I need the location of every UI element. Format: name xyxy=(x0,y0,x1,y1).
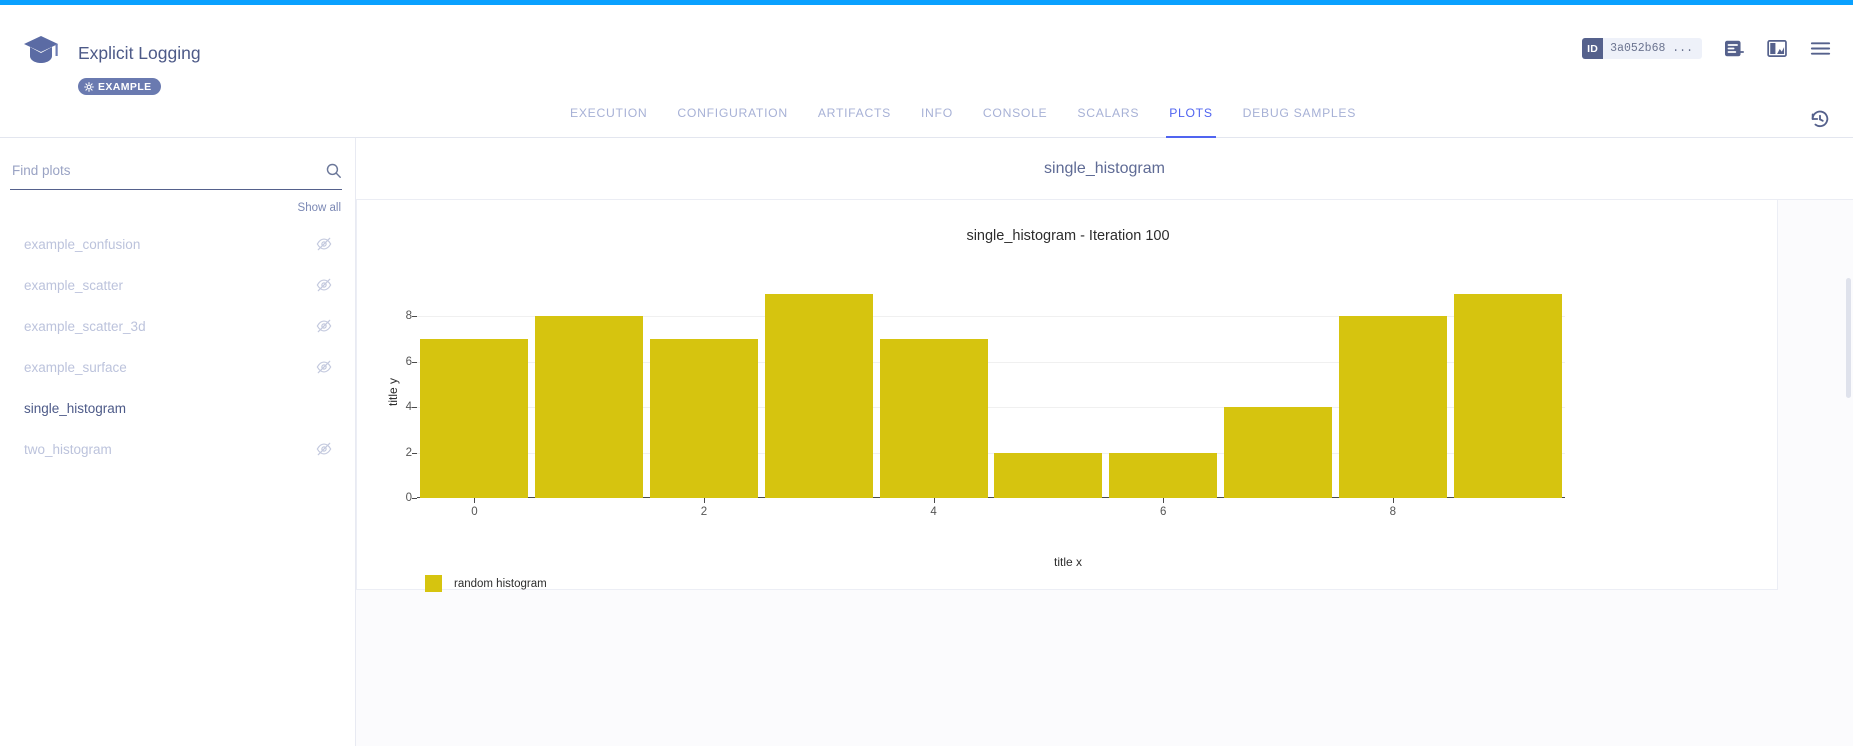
tab-console[interactable]: CONSOLE xyxy=(968,100,1063,138)
tab-info[interactable]: INFO xyxy=(906,100,968,138)
tab-plots[interactable]: PLOTS xyxy=(1154,100,1227,138)
search-row xyxy=(10,158,342,190)
chart-x-tick-mark xyxy=(1393,498,1394,503)
page-header: Explicit Logging EXAMPLE ID 3a052b68 ... xyxy=(0,5,1853,100)
graduation-cap-icon xyxy=(22,33,60,67)
chart-bar[interactable] xyxy=(1339,316,1447,498)
chart-y-tick-label: 0 xyxy=(372,492,412,504)
search-icon[interactable] xyxy=(325,162,342,179)
experiment-id-chip[interactable]: ID 3a052b68 ... xyxy=(1582,38,1702,59)
plots-sidebar: Show all example_confusion example_scatt… xyxy=(0,138,356,746)
id-tag-label: ID xyxy=(1582,38,1603,59)
tab-debug-samples[interactable]: DEBUG SAMPLES xyxy=(1228,100,1371,138)
plot-list: example_confusion example_scatter exampl… xyxy=(0,224,356,470)
plot-list-item-example-surface[interactable]: example_surface xyxy=(0,347,356,388)
chart-x-tick-label: 4 xyxy=(930,506,936,518)
chart-grid: 0246802468 xyxy=(417,280,1565,498)
legend-color-swatch xyxy=(425,575,442,592)
chart-x-tick-mark xyxy=(474,498,475,503)
scrollbar-thumb[interactable] xyxy=(1846,278,1851,398)
chart-bar[interactable] xyxy=(1109,453,1217,498)
tab-bar: EXECUTION CONFIGURATION ARTIFACTS INFO C… xyxy=(0,100,1853,138)
chart-legend[interactable]: random histogram xyxy=(425,575,547,592)
plot-header-title: single_histogram xyxy=(1044,160,1165,178)
chart-bar[interactable] xyxy=(420,339,528,498)
chart-bar[interactable] xyxy=(880,339,988,498)
chart-y-tick-mark xyxy=(412,316,417,317)
chart-x-tick-mark xyxy=(704,498,705,503)
hamburger-menu-icon[interactable] xyxy=(1810,39,1831,58)
chart-bar[interactable] xyxy=(650,339,758,498)
chart-bar[interactable] xyxy=(765,294,873,498)
plot-list-item-single-histogram[interactable]: single_histogram xyxy=(0,388,356,429)
chart-bar[interactable] xyxy=(994,453,1102,498)
log-view-icon[interactable] xyxy=(1724,39,1745,58)
chart-y-tick-mark xyxy=(412,407,417,408)
plot-card: single_histogram - Iteration 100 title y… xyxy=(356,200,1778,590)
chart-y-tick-label: 6 xyxy=(372,356,412,368)
plot-list-item-two-histogram[interactable]: two_histogram xyxy=(0,429,356,470)
plot-list-item-example-confusion[interactable]: example_confusion xyxy=(0,224,356,265)
chart-x-tick-label: 0 xyxy=(471,506,477,518)
chart-y-tick-mark xyxy=(412,362,417,363)
tab-artifacts[interactable]: ARTIFACTS xyxy=(803,100,906,138)
plot-list-item-example-scatter[interactable]: example_scatter xyxy=(0,265,356,306)
chart-bar[interactable] xyxy=(535,316,643,498)
chart-y-tick-label: 4 xyxy=(372,401,412,413)
chart-y-tick-mark xyxy=(412,498,417,499)
eye-off-icon[interactable] xyxy=(316,236,332,252)
eye-off-icon[interactable] xyxy=(316,277,332,293)
tab-list: EXECUTION CONFIGURATION ARTIFACTS INFO C… xyxy=(555,100,1371,138)
chart-x-tick-mark xyxy=(1163,498,1164,503)
page-title: Explicit Logging xyxy=(78,43,201,64)
plot-item-label: example_surface xyxy=(24,360,127,375)
plot-item-label: example_confusion xyxy=(24,237,140,252)
plot-item-label: example_scatter_3d xyxy=(24,319,146,334)
show-all-link[interactable]: Show all xyxy=(298,202,341,214)
id-value: 3a052b68 ... xyxy=(1603,42,1702,55)
search-input[interactable] xyxy=(10,163,325,184)
chart-y-tick-label: 8 xyxy=(372,310,412,322)
compare-view-icon[interactable] xyxy=(1767,39,1788,58)
legend-label: random histogram xyxy=(454,578,547,590)
plot-item-label: two_histogram xyxy=(24,442,112,457)
plot-header: single_histogram xyxy=(356,138,1853,200)
clearml-experiment-plots-page: COMPLETED Explicit Logging EXAMPLE xyxy=(0,0,1853,746)
tab-execution[interactable]: EXECUTION xyxy=(555,100,662,138)
chart-x-tick-label: 6 xyxy=(1160,506,1166,518)
history-clock-icon[interactable] xyxy=(1809,108,1831,130)
gear-icon xyxy=(84,82,94,92)
example-badge-label: EXAMPLE xyxy=(98,81,152,93)
chart-y-tick-label: 2 xyxy=(372,447,412,459)
tab-scalars[interactable]: SCALARS xyxy=(1062,100,1154,138)
plot-list-item-example-scatter-3d[interactable]: example_scatter_3d xyxy=(0,306,356,347)
example-badge: EXAMPLE xyxy=(78,78,161,95)
chart-x-tick-mark xyxy=(934,498,935,503)
eye-off-icon[interactable] xyxy=(316,359,332,375)
chart-y-tick-mark xyxy=(412,453,417,454)
chart-x-tick-label: 2 xyxy=(701,506,707,518)
chart-x-axis-label: title x xyxy=(357,555,1779,569)
eye-off-icon[interactable] xyxy=(316,318,332,334)
tab-configuration[interactable]: CONFIGURATION xyxy=(662,100,802,138)
plot-item-label: single_histogram xyxy=(24,401,126,416)
header-actions: ID 3a052b68 ... xyxy=(1582,38,1831,59)
plot-item-label: example_scatter xyxy=(24,278,123,293)
chart-plot-area[interactable]: title y title x 0246802468 random histog… xyxy=(357,200,1779,590)
eye-off-icon[interactable] xyxy=(316,441,332,457)
chart-bar[interactable] xyxy=(1224,407,1332,498)
chart-x-tick-label: 8 xyxy=(1390,506,1396,518)
chart-bar[interactable] xyxy=(1454,294,1562,498)
plots-main: single_histogram single_histogram - Iter… xyxy=(356,138,1853,746)
